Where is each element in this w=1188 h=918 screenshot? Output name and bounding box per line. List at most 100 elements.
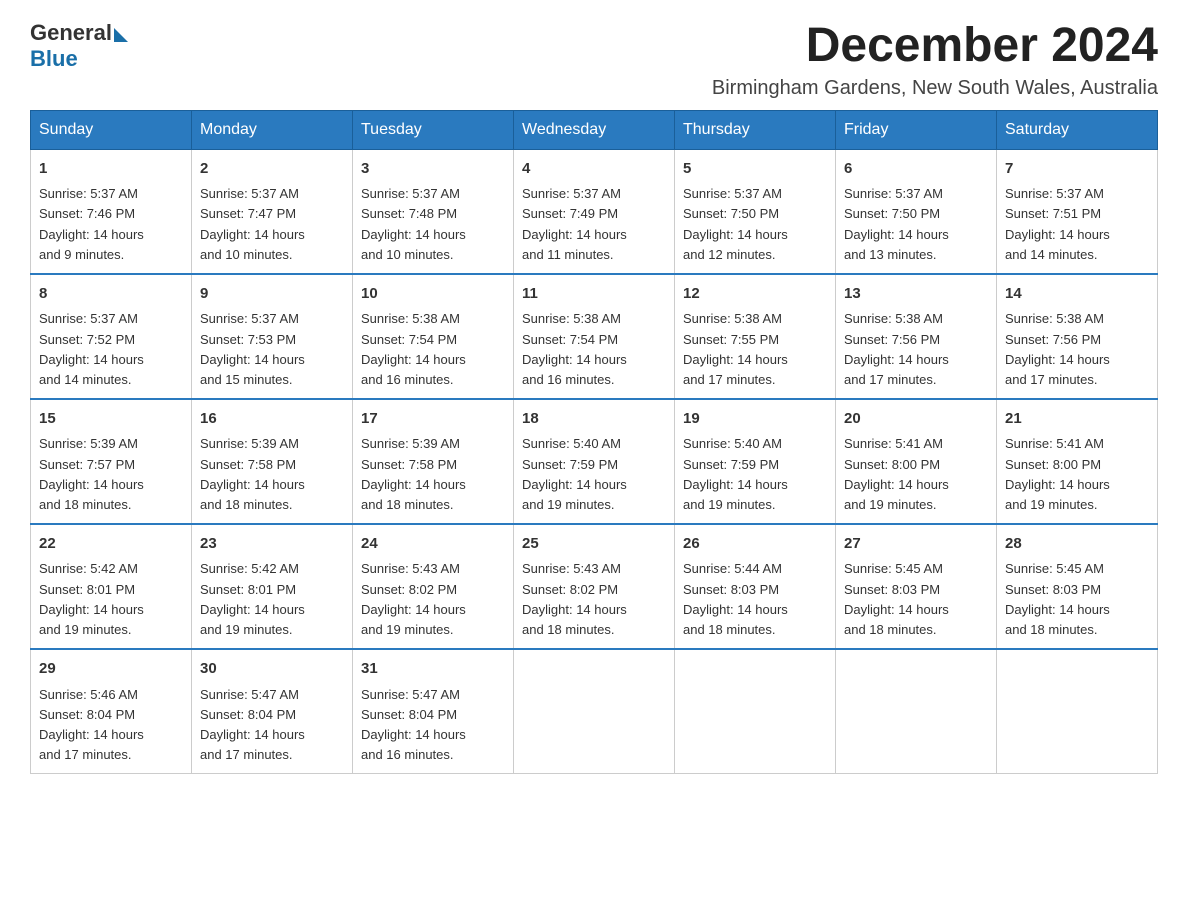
day-info: Sunrise: 5:43 AMSunset: 8:02 PMDaylight:… xyxy=(361,559,505,640)
calendar-cell: 23 Sunrise: 5:42 AMSunset: 8:01 PMDayligh… xyxy=(192,524,353,649)
calendar-cell: 30 Sunrise: 5:47 AMSunset: 8:04 PMDayligh… xyxy=(192,649,353,774)
day-info: Sunrise: 5:38 AMSunset: 7:56 PMDaylight:… xyxy=(844,309,988,390)
calendar-cell: 31 Sunrise: 5:47 AMSunset: 8:04 PMDayligh… xyxy=(353,649,514,774)
calendar-cell: 9 Sunrise: 5:37 AMSunset: 7:53 PMDaylight… xyxy=(192,274,353,399)
day-number: 22 xyxy=(39,533,183,556)
calendar-cell: 18Sunrise: 5:40 AMSunset: 7:59 PMDayligh… xyxy=(514,399,675,524)
calendar-cell: 6 Sunrise: 5:37 AMSunset: 7:50 PMDaylight… xyxy=(836,149,997,274)
title-section: December 2024 Birmingham Gardens, New So… xyxy=(712,20,1158,100)
calendar-cell: 8Sunrise: 5:37 AMSunset: 7:52 PMDaylight… xyxy=(31,274,192,399)
month-year-title: December 2024 xyxy=(712,20,1158,73)
day-info: Sunrise: 5:38 AMSunset: 7:56 PMDaylight:… xyxy=(1005,309,1149,390)
day-info: Sunrise: 5:44 AMSunset: 8:03 PMDaylight:… xyxy=(683,559,827,640)
calendar-cell: 19Sunrise: 5:40 AMSunset: 7:59 PMDayligh… xyxy=(675,399,836,524)
day-info: Sunrise: 5:47 AMSunset: 8:04 PMDaylight:… xyxy=(361,685,505,766)
day-info: Sunrise: 5:37 AMSunset: 7:51 PMDaylight:… xyxy=(1005,184,1149,265)
day-number: 9 xyxy=(200,283,344,306)
page-header: General Blue December 2024 Birmingham Ga… xyxy=(30,20,1158,100)
calendar-cell: 28Sunrise: 5:45 AMSunset: 8:03 PMDayligh… xyxy=(997,524,1158,649)
calendar-cell: 2Sunrise: 5:37 AMSunset: 7:47 PMDaylight… xyxy=(192,149,353,274)
day-number: 17 xyxy=(361,408,505,431)
location-subtitle: Birmingham Gardens, New South Wales, Aus… xyxy=(712,77,1158,100)
logo: General Blue xyxy=(30,20,128,72)
day-info: Sunrise: 5:45 AMSunset: 8:03 PMDaylight:… xyxy=(844,559,988,640)
calendar-header-sunday: Sunday xyxy=(31,110,192,149)
calendar-week-row: 29 Sunrise: 5:46 AMSunset: 8:04 PMDayligh… xyxy=(31,649,1158,774)
day-number: 3 xyxy=(361,158,505,181)
day-info: Sunrise: 5:37 AMSunset: 7:49 PMDaylight:… xyxy=(522,184,666,265)
logo-general: General xyxy=(30,20,112,46)
calendar-cell xyxy=(675,649,836,774)
day-number: 11 xyxy=(522,283,666,306)
day-info: Sunrise: 5:47 AMSunset: 8:04 PMDaylight:… xyxy=(200,685,344,766)
day-number: 31 xyxy=(361,658,505,681)
calendar-header-thursday: Thursday xyxy=(675,110,836,149)
calendar-cell: 27Sunrise: 5:45 AMSunset: 8:03 PMDayligh… xyxy=(836,524,997,649)
day-number: 14 xyxy=(1005,283,1149,306)
day-number: 6 xyxy=(844,158,988,181)
calendar-week-row: 22 Sunrise: 5:42 AMSunset: 8:01 PMDayligh… xyxy=(31,524,1158,649)
logo-blue: Blue xyxy=(30,46,78,72)
day-number: 5 xyxy=(683,158,827,181)
calendar-cell: 4Sunrise: 5:37 AMSunset: 7:49 PMDaylight… xyxy=(514,149,675,274)
day-number: 24 xyxy=(361,533,505,556)
day-info: Sunrise: 5:38 AMSunset: 7:55 PMDaylight:… xyxy=(683,309,827,390)
day-info: Sunrise: 5:41 AMSunset: 8:00 PMDaylight:… xyxy=(1005,434,1149,515)
day-number: 23 xyxy=(200,533,344,556)
calendar-cell: 11 Sunrise: 5:38 AMSunset: 7:54 PMDayligh… xyxy=(514,274,675,399)
calendar-cell xyxy=(514,649,675,774)
calendar-header-tuesday: Tuesday xyxy=(353,110,514,149)
day-number: 20 xyxy=(844,408,988,431)
calendar-cell xyxy=(997,649,1158,774)
day-info: Sunrise: 5:37 AMSunset: 7:53 PMDaylight:… xyxy=(200,309,344,390)
day-number: 12 xyxy=(683,283,827,306)
day-info: Sunrise: 5:39 AMSunset: 7:58 PMDaylight:… xyxy=(200,434,344,515)
day-info: Sunrise: 5:45 AMSunset: 8:03 PMDaylight:… xyxy=(1005,559,1149,640)
calendar-cell: 22 Sunrise: 5:42 AMSunset: 8:01 PMDayligh… xyxy=(31,524,192,649)
calendar-table: SundayMondayTuesdayWednesdayThursdayFrid… xyxy=(30,110,1158,774)
day-number: 21 xyxy=(1005,408,1149,431)
day-info: Sunrise: 5:41 AMSunset: 8:00 PMDaylight:… xyxy=(844,434,988,515)
calendar-header-monday: Monday xyxy=(192,110,353,149)
day-info: Sunrise: 5:37 AMSunset: 7:48 PMDaylight:… xyxy=(361,184,505,265)
calendar-cell: 13 Sunrise: 5:38 AMSunset: 7:56 PMDayligh… xyxy=(836,274,997,399)
day-number: 1 xyxy=(39,158,183,181)
day-number: 13 xyxy=(844,283,988,306)
calendar-cell: 17Sunrise: 5:39 AMSunset: 7:58 PMDayligh… xyxy=(353,399,514,524)
calendar-cell: 14 Sunrise: 5:38 AMSunset: 7:56 PMDayligh… xyxy=(997,274,1158,399)
calendar-cell: 15Sunrise: 5:39 AMSunset: 7:57 PMDayligh… xyxy=(31,399,192,524)
day-info: Sunrise: 5:38 AMSunset: 7:54 PMDaylight:… xyxy=(522,309,666,390)
calendar-cell: 20 Sunrise: 5:41 AMSunset: 8:00 PMDayligh… xyxy=(836,399,997,524)
day-info: Sunrise: 5:42 AMSunset: 8:01 PMDaylight:… xyxy=(200,559,344,640)
day-number: 18 xyxy=(522,408,666,431)
calendar-cell: 12 Sunrise: 5:38 AMSunset: 7:55 PMDayligh… xyxy=(675,274,836,399)
day-number: 2 xyxy=(200,158,344,181)
calendar-cell: 16 Sunrise: 5:39 AMSunset: 7:58 PMDayligh… xyxy=(192,399,353,524)
calendar-cell: 10Sunrise: 5:38 AMSunset: 7:54 PMDayligh… xyxy=(353,274,514,399)
logo-triangle-icon xyxy=(114,28,128,42)
day-number: 30 xyxy=(200,658,344,681)
calendar-cell: 7 Sunrise: 5:37 AMSunset: 7:51 PMDaylight… xyxy=(997,149,1158,274)
day-info: Sunrise: 5:43 AMSunset: 8:02 PMDaylight:… xyxy=(522,559,666,640)
calendar-header-friday: Friday xyxy=(836,110,997,149)
day-info: Sunrise: 5:42 AMSunset: 8:01 PMDaylight:… xyxy=(39,559,183,640)
day-info: Sunrise: 5:37 AMSunset: 7:50 PMDaylight:… xyxy=(844,184,988,265)
calendar-header-wednesday: Wednesday xyxy=(514,110,675,149)
calendar-header-saturday: Saturday xyxy=(997,110,1158,149)
day-info: Sunrise: 5:37 AMSunset: 7:52 PMDaylight:… xyxy=(39,309,183,390)
day-number: 16 xyxy=(200,408,344,431)
calendar-week-row: 15Sunrise: 5:39 AMSunset: 7:57 PMDayligh… xyxy=(31,399,1158,524)
calendar-header-row: SundayMondayTuesdayWednesdayThursdayFrid… xyxy=(31,110,1158,149)
calendar-cell xyxy=(836,649,997,774)
day-number: 29 xyxy=(39,658,183,681)
day-info: Sunrise: 5:46 AMSunset: 8:04 PMDaylight:… xyxy=(39,685,183,766)
day-info: Sunrise: 5:40 AMSunset: 7:59 PMDaylight:… xyxy=(683,434,827,515)
day-number: 25 xyxy=(522,533,666,556)
calendar-week-row: 1Sunrise: 5:37 AMSunset: 7:46 PMDaylight… xyxy=(31,149,1158,274)
day-info: Sunrise: 5:38 AMSunset: 7:54 PMDaylight:… xyxy=(361,309,505,390)
calendar-cell: 25 Sunrise: 5:43 AMSunset: 8:02 PMDayligh… xyxy=(514,524,675,649)
calendar-cell: 29 Sunrise: 5:46 AMSunset: 8:04 PMDayligh… xyxy=(31,649,192,774)
calendar-cell: 21 Sunrise: 5:41 AMSunset: 8:00 PMDayligh… xyxy=(997,399,1158,524)
calendar-week-row: 8Sunrise: 5:37 AMSunset: 7:52 PMDaylight… xyxy=(31,274,1158,399)
day-number: 7 xyxy=(1005,158,1149,181)
